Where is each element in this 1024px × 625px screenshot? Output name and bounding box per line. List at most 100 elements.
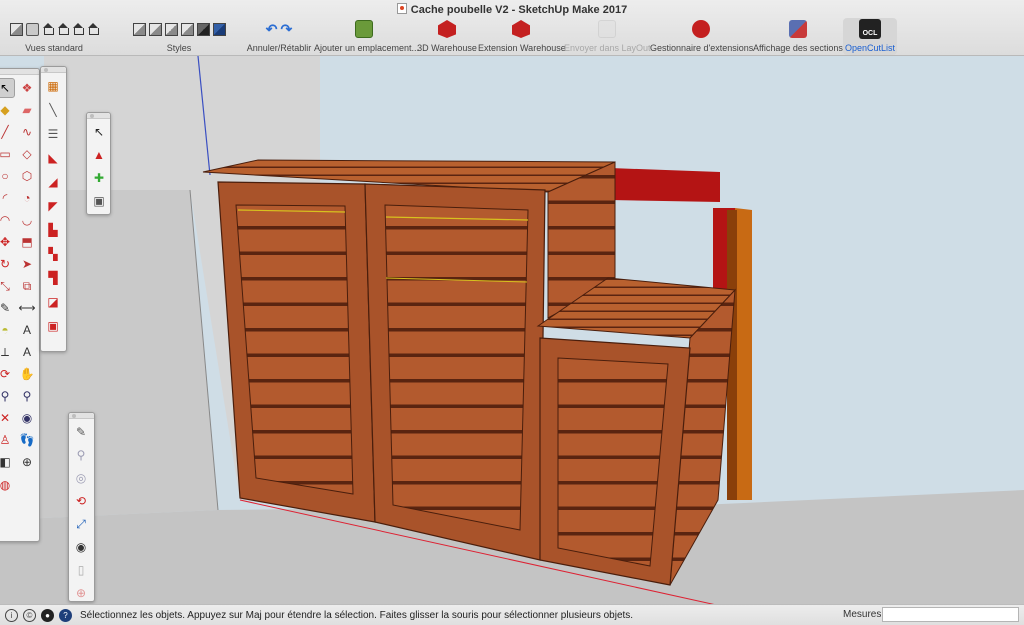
rotated-rectangle-icon[interactable]: ◇	[17, 144, 37, 164]
sandbox-tile-icon[interactable]: ▚	[43, 244, 63, 264]
left-view-icon[interactable]	[87, 23, 99, 35]
redo-icon[interactable]: ↷	[281, 22, 293, 36]
walk-camera-icon[interactable]: ◎	[71, 468, 91, 488]
extension-warehouse-label[interactable]: Extension Warehouse	[478, 43, 566, 53]
camera-palette-handle[interactable]	[69, 413, 94, 419]
2pt-arc-icon[interactable]: ◠	[0, 210, 15, 230]
back-view-icon[interactable]	[72, 23, 84, 35]
orbit-camera-icon[interactable]: ✎	[71, 422, 91, 442]
zoom-icon[interactable]: ⚲	[0, 386, 15, 406]
undo-icon[interactable]: ↶	[266, 22, 278, 36]
scale-icon[interactable]: ⤡	[0, 276, 15, 296]
send-to-layout-label: Envoyer dans LayOut	[564, 43, 651, 53]
right-view-icon[interactable]	[57, 23, 69, 35]
from-contours-icon[interactable]: ▦	[43, 76, 63, 96]
flip-edge-icon[interactable]: ▙	[43, 220, 63, 240]
offset-icon[interactable]: ⧉	[17, 276, 37, 296]
opencutlist-label[interactable]: OpenCutList	[843, 43, 897, 53]
wireframe-style-icon[interactable]	[148, 22, 162, 36]
position-camera-icon[interactable]: ♙	[0, 430, 15, 450]
axes-icon[interactable]: ⟂	[0, 342, 15, 362]
component-icon[interactable]: ❖	[17, 78, 37, 98]
user-icon[interactable]: ●	[41, 608, 54, 622]
add-location-label[interactable]: Ajouter un emplacement...	[314, 43, 419, 53]
eraser-icon[interactable]: ▰	[17, 100, 37, 120]
from-scratch-icon[interactable]: ╲	[43, 100, 63, 120]
add-component-icon[interactable]: ✚	[89, 168, 109, 188]
zoom-camera-icon[interactable]: ⚲	[71, 445, 91, 465]
follow-me-icon[interactable]: ➤	[17, 254, 37, 274]
large-tool-set-handle[interactable]	[0, 69, 39, 75]
rectangle-icon[interactable]: ▭	[0, 144, 15, 164]
section-camera-icon[interactable]: ▯	[71, 560, 91, 580]
extension-manager-icon[interactable]	[692, 20, 710, 38]
dimension-icon[interactable]: ⟷	[17, 298, 37, 318]
top-view-icon[interactable]	[25, 22, 39, 36]
select-icon[interactable]: ↖	[0, 78, 15, 98]
sandbox-palette-handle[interactable]	[41, 67, 66, 73]
monochrome-style-icon[interactable]	[212, 22, 226, 36]
look-around-icon[interactable]: ◧	[0, 452, 15, 472]
pan-icon[interactable]: ✋	[17, 364, 37, 384]
push-pull-icon[interactable]: ⬒	[17, 232, 37, 252]
stamp-icon[interactable]: ◣	[43, 148, 63, 168]
zoom-window-icon[interactable]: ⚲	[17, 386, 37, 406]
credits-icon[interactable]: ©	[23, 608, 36, 622]
model-viewport[interactable]: ↖ ❖ ◆ ▰ ╱ ∿ ▭ ◇ ○ ⬡ ◜ ◔ ◠ ◡ ✥ ⬒ ↻ ➤ ⤡ ⧉	[0, 56, 1024, 604]
look-around-camera-icon[interactable]: ◉	[71, 537, 91, 557]
opencutlist-icon[interactable]: OCL	[859, 19, 881, 39]
target-camera-icon[interactable]: ⊕	[71, 583, 91, 603]
paint-bucket-icon[interactable]: ◆	[0, 100, 15, 120]
front-view-icon[interactable]	[42, 23, 54, 35]
section-display-label[interactable]: Affichage des sections	[752, 43, 844, 53]
add-detail-icon[interactable]: ◤	[43, 196, 63, 216]
hidden-line-style-icon[interactable]	[164, 22, 178, 36]
walk-icon[interactable]: 👣	[17, 430, 37, 450]
previous-view-icon[interactable]: ◉	[17, 408, 37, 428]
move-icon[interactable]: ✥	[0, 232, 15, 252]
sketchup-window: Cache poubelle V2 - SketchUp Make 2017 V…	[0, 0, 1024, 625]
smoove-icon[interactable]: ☰	[43, 124, 63, 144]
3d-scene[interactable]	[0, 56, 1024, 604]
rotate-icon[interactable]: ↻	[0, 254, 15, 274]
iso-view-icon[interactable]	[9, 22, 23, 36]
tape-measure-icon[interactable]: ✎	[0, 298, 15, 318]
3d-warehouse-icon[interactable]	[438, 20, 456, 38]
freehand-icon[interactable]: ∿	[17, 122, 37, 142]
sandbox-box-icon[interactable]: ▜	[43, 268, 63, 288]
protractor-icon[interactable]: ◓	[0, 320, 15, 340]
share-component-icon[interactable]: ▣	[89, 191, 109, 211]
shaded-textures-style-icon[interactable]	[196, 22, 210, 36]
warehouse-arrow-icon[interactable]: ▲	[89, 145, 109, 165]
position-camera-view-icon[interactable]: ⟲	[71, 491, 91, 511]
line-icon[interactable]: ╱	[0, 122, 15, 142]
select-arrow-icon[interactable]: ↖	[89, 122, 109, 142]
geolocation-icon[interactable]: i	[5, 608, 18, 622]
3pt-arc-icon[interactable]: ◡	[17, 210, 37, 230]
zoom-extents-camera-icon[interactable]: ⤢	[71, 514, 91, 534]
add-location-icon[interactable]	[355, 20, 373, 38]
measurements-input[interactable]	[882, 607, 1019, 622]
sandbox-tag-icon[interactable]: ▣	[43, 316, 63, 336]
arc-icon[interactable]: ◜	[0, 188, 15, 208]
section-display-icon[interactable]	[789, 20, 807, 38]
pie-icon[interactable]: ◔	[17, 188, 37, 208]
section-fill-icon[interactable]: ◍	[0, 475, 15, 495]
section-plane-icon[interactable]: ⊕	[17, 452, 37, 472]
3d-warehouse-label[interactable]: 3D Warehouse	[416, 43, 478, 53]
extension-manager-label[interactable]: Gestionnaire d'extensions	[650, 43, 753, 53]
shaded-style-icon[interactable]	[180, 22, 194, 36]
zoom-extents-icon[interactable]: ✕	[0, 408, 15, 428]
polygon-icon[interactable]: ⬡	[17, 166, 37, 186]
components-palette-handle[interactable]	[87, 113, 110, 119]
xray-style-icon[interactable]	[132, 22, 146, 36]
help-icon[interactable]: ?	[59, 608, 72, 622]
circle-icon[interactable]: ○	[0, 166, 15, 186]
extension-warehouse-icon[interactable]	[512, 20, 530, 38]
drape-icon[interactable]: ◢	[43, 172, 63, 192]
text-icon[interactable]: A	[17, 320, 37, 340]
standard-views-group: Vues standard	[2, 20, 106, 54]
sandbox-cut-icon[interactable]: ◪	[43, 292, 63, 312]
orbit-icon[interactable]: ⟳	[0, 364, 15, 384]
3d-text-icon[interactable]: A	[17, 342, 37, 362]
